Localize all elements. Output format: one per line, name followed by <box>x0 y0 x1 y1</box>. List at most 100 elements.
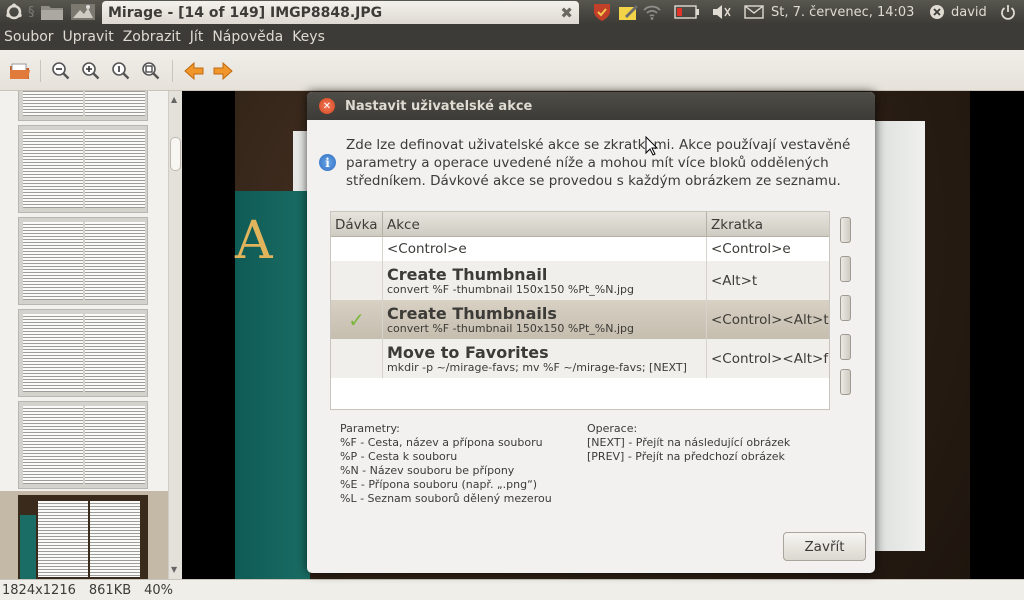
operation-item: [PREV] - Přejít na předchozí obrázek <box>587 450 785 463</box>
actions-table[interactable]: Dávka Akce Zkratka <Control>e <Control>e… <box>330 211 830 410</box>
action-name: <Control>e <box>383 237 707 261</box>
separator-icon: § <box>28 4 35 20</box>
column-header-batch[interactable]: Dávka <box>331 212 383 237</box>
menubar: Soubor Upravit Zobrazit Jít Nápověda Key… <box>0 24 1024 50</box>
batch-cell[interactable] <box>331 261 383 300</box>
arrow-left-icon[interactable] <box>183 60 205 82</box>
arrow-right-icon[interactable] <box>212 60 234 82</box>
window-title-tab[interactable]: Mirage - [14 of 149] IMGP8848.JPG ✖ <box>102 1 579 24</box>
dialog-info-text: Zde lze definovat uživatelské akce se zk… <box>346 137 851 189</box>
note-pencil-icon[interactable] <box>617 0 639 24</box>
open-folder-icon[interactable] <box>9 60 31 82</box>
parameter-item: %N - Název souboru be přípony <box>340 464 515 477</box>
image-dimensions: 1824x1216 <box>2 582 76 598</box>
shield-icon[interactable] <box>591 0 613 24</box>
power-icon[interactable] <box>1000 0 1016 24</box>
column-header-shortcut[interactable]: Zkratka <box>707 212 829 237</box>
close-icon[interactable]: ✕ <box>319 98 335 114</box>
file-size: 861KB <box>88 582 132 598</box>
add-action-button[interactable] <box>840 217 851 243</box>
thumbnail-selected[interactable] <box>0 491 168 579</box>
statusbar: 1824x1216 861KB 40% <box>0 579 1024 600</box>
table-row[interactable]: Move to Favorites mkdir -p ~/mirage-favs… <box>331 339 829 378</box>
toolbar <box>0 50 1024 91</box>
batch-cell[interactable]: ✓ <box>331 300 383 339</box>
volume-icon[interactable] <box>711 0 733 24</box>
menu-zobrazit[interactable]: Zobrazit <box>123 29 181 45</box>
action-command: mkdir -p ~/mirage-favs; mv %F ~/mirage-f… <box>387 360 687 374</box>
folder-icon[interactable] <box>40 0 64 24</box>
batch-cell[interactable] <box>331 339 383 378</box>
action-cell: Move to Favorites mkdir -p ~/mirage-favs… <box>383 339 707 378</box>
parameter-item: %E - Přípona souboru (např. „.png“) <box>340 478 538 491</box>
action-cell: Create Thumbnails convert %F -thumbnail … <box>383 300 707 339</box>
shortcut-cell: <Control><Alt>f <box>711 350 829 367</box>
action-name: Move to Favorites <box>387 342 549 362</box>
custom-actions-dialog: ✕ Nastavit uživatelské akce i Zde lze de… <box>307 92 875 573</box>
user-close-icon[interactable] <box>929 0 945 24</box>
table-header: Dávka Akce Zkratka <box>331 212 829 237</box>
column-header-action[interactable]: Akce <box>383 212 707 237</box>
parameter-item: %F - Cesta, název a přípona souboru <box>340 436 543 449</box>
move-up-button[interactable] <box>840 334 851 360</box>
menu-napoveda[interactable]: Nápověda <box>212 29 283 45</box>
parameters-title: Parametry: <box>340 422 400 435</box>
table-row[interactable]: <Control>e <Control>e <box>331 237 829 261</box>
wifi-icon[interactable] <box>642 0 662 24</box>
edit-action-button[interactable] <box>840 295 851 321</box>
zoom-100-icon[interactable] <box>110 60 132 82</box>
remove-action-button[interactable] <box>840 256 851 282</box>
thumbnail[interactable] <box>18 91 148 121</box>
scroll-down-icon[interactable]: ▼ <box>171 565 177 574</box>
action-name: Create Thumbnail <box>387 264 548 284</box>
scroll-thumb[interactable] <box>170 137 181 171</box>
zoom-fit-icon[interactable] <box>140 60 162 82</box>
thumbnail[interactable] <box>18 309 148 397</box>
info-icon: i <box>319 154 336 171</box>
operations-title: Operace: <box>587 422 638 435</box>
user-name[interactable]: david <box>951 0 987 24</box>
window-title: Mirage - [14 of 149] IMGP8848.JPG <box>108 4 383 21</box>
operations-list: Operace: [NEXT] - Přejít na následující … <box>587 422 790 464</box>
operation-item: [NEXT] - Přejít na následující obrázek <box>587 436 791 449</box>
thumbnail[interactable] <box>18 125 148 213</box>
scroll-up-icon[interactable]: ▲ <box>171 95 177 104</box>
action-name: Create Thumbnails <box>387 303 557 323</box>
dialog-titlebar[interactable]: ✕ Nastavit uživatelské akce <box>307 92 875 120</box>
desktop-image-icon[interactable] <box>70 0 96 24</box>
dialog-title: Nastavit uživatelské akce <box>345 98 533 114</box>
table-row-selected[interactable]: ✓ Create Thumbnails convert %F -thumbnai… <box>331 300 829 339</box>
thumbnail[interactable] <box>18 401 148 489</box>
ubuntu-logo-icon[interactable] <box>5 0 23 24</box>
close-icon[interactable]: ✖ <box>560 4 573 22</box>
menu-keys[interactable]: Keys <box>292 29 325 45</box>
menu-upravit[interactable]: Upravit <box>63 29 114 45</box>
thumbnail[interactable] <box>18 217 148 305</box>
top-panel: § Mirage - [14 of 149] IMGP8848.JPG ✖ St… <box>0 0 1024 24</box>
menu-jit[interactable]: Jít <box>190 29 204 45</box>
parameters-list: Parametry: %F - Cesta, název a přípona s… <box>340 422 552 506</box>
thumbnail-pane[interactable] <box>0 91 168 579</box>
action-command: convert %F -thumbnail 150x150 %Pt_%N.jpg <box>387 321 634 335</box>
parameter-item: %L - Seznam souborů dělený mezerou <box>340 492 552 505</box>
zoom-in-icon[interactable] <box>80 60 102 82</box>
zoom-level: 40% <box>144 582 174 598</box>
shortcut-cell: <Control>e <box>711 241 791 257</box>
close-button[interactable]: Zavřít <box>783 532 866 561</box>
action-command: convert %F -thumbnail 150x150 %Pt_%N.jpg <box>387 282 634 296</box>
thumbnail-scrollbar[interactable]: ▲ ▼ <box>168 91 182 579</box>
move-down-button[interactable] <box>840 369 851 395</box>
mail-icon[interactable] <box>744 0 764 24</box>
menu-soubor[interactable]: Soubor <box>4 29 54 45</box>
batch-cell[interactable] <box>331 237 383 261</box>
shortcut-cell: <Control><Alt>t <box>711 311 829 328</box>
book-letter: A <box>235 211 273 271</box>
battery-icon[interactable] <box>674 0 700 24</box>
action-cell: Create Thumbnail convert %F -thumbnail 1… <box>383 261 707 300</box>
table-row[interactable]: Create Thumbnail convert %F -thumbnail 1… <box>331 261 829 300</box>
checkmark-icon: ✓ <box>348 307 365 332</box>
zoom-out-icon[interactable] <box>50 60 72 82</box>
mouse-cursor-icon <box>645 136 659 156</box>
parameter-item: %P - Cesta k souboru <box>340 450 458 463</box>
clock[interactable]: St, 7. červenec, 14:03 <box>771 0 914 24</box>
